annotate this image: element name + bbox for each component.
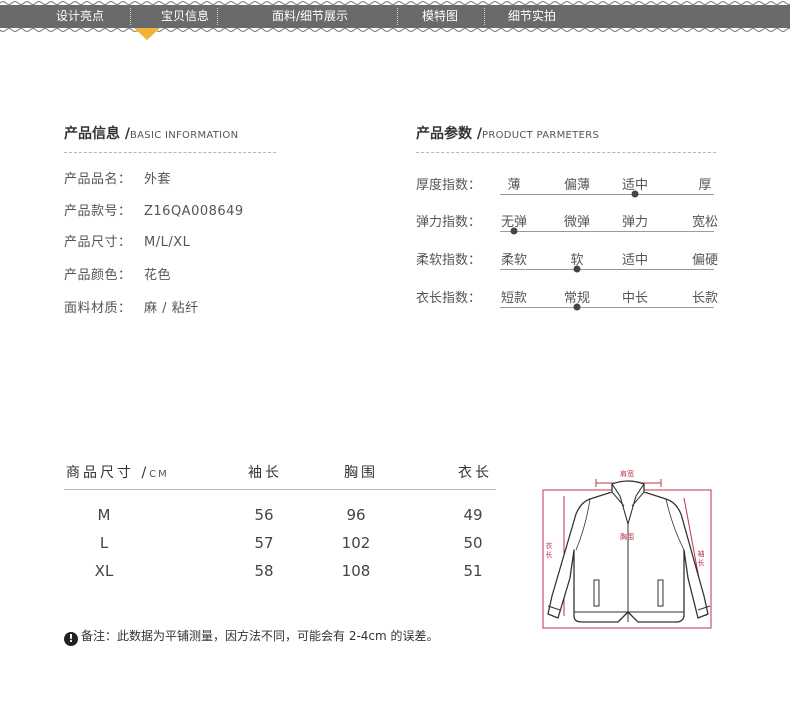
sleeve-length-label: 袖长 [697,550,705,568]
nav-item-model-photos[interactable]: 模特图 [410,5,470,28]
param-scale-line [500,194,714,195]
sleeve-cell: 57 [254,534,274,552]
param-label: 厚度指数： [416,178,482,193]
nav-divider [130,8,131,25]
length-cell: 49 [463,506,483,524]
nav-wave-bottom [0,28,790,32]
info-row-size: 产品尺寸： M/L/XL [64,231,190,250]
product-params-title: 产品参数 /PRODUCT PARMETERS [416,123,599,143]
col-header-sleeve: 袖长 [248,465,282,481]
param-scale-line [500,269,714,270]
param-option: 薄 [507,178,521,193]
length-cell: 51 [463,562,483,580]
nav-divider [217,8,218,25]
param-scale-line [500,231,714,232]
info-value: M/L/XL [144,235,191,250]
col-header-length: 衣长 [458,465,492,481]
shoulder-width-label: 肩宽 [620,470,634,478]
product-info-title: 产品信息 /BASIC INFORMATION [64,123,238,143]
product-info-title-cn: 产品信息 / [64,126,130,142]
param-selected-dot [631,190,639,198]
param-option: 微弹 [563,215,591,230]
exclamation-icon: ! [64,632,78,646]
note-text: 备注：此数据为平铺测量，因方法不同，可能会有 2-4cm 的误差。 [81,629,439,643]
info-row-name: 产品品名： 外套 [64,168,171,187]
param-option: 宽松 [691,215,719,230]
nav-item-detail-photos[interactable]: 细节实拍 [498,5,566,28]
param-option: 长款 [691,291,719,306]
param-label: 衣长指数： [416,291,482,306]
nav-divider [484,8,485,25]
nav-divider [397,8,398,25]
chest-cell: 96 [346,506,366,524]
active-nav-marker [134,28,160,40]
info-label: 面料材质： [64,301,132,316]
size-table-unit: CM [149,469,169,480]
param-option: 柔软 [500,253,528,268]
chest-label: 胸围 [620,533,634,541]
info-label: 产品款号： [64,204,132,219]
info-row-style-number: 产品款号： Z16QA008649 [64,200,244,219]
param-option: 偏硬 [691,253,719,268]
param-label: 柔软指数： [416,253,482,268]
nav-item-fabric-details[interactable]: 面料/细节展示 [255,5,365,28]
param-selected-dot [510,227,518,235]
param-option: 中长 [621,291,649,306]
info-value: 花色 [144,268,172,283]
product-info-title-en: BASIC INFORMATION [130,130,239,141]
product-params-title-cn: 产品参数 / [416,126,482,142]
info-row-material: 面料材质： 麻 / 粘纤 [64,297,199,316]
info-value: Z16QA008649 [144,204,244,219]
col-header-chest: 胸围 [344,465,378,481]
param-scale-line [500,307,714,308]
chest-cell: 102 [341,534,371,552]
length-label: 衣长 [545,542,553,560]
size-table-title-text: 商品尺寸 / [66,465,150,481]
param-selected-dot [573,303,581,311]
param-selected-dot [573,265,581,273]
size-cell: XL [94,562,114,580]
sleeve-cell: 56 [254,506,274,524]
param-option: 厚 [698,178,712,193]
size-table-title: 商品尺寸 /CM [66,462,169,482]
info-value: 外套 [144,172,172,187]
nav-item-product-info[interactable]: 宝贝信息 [150,5,220,28]
info-label: 产品尺寸： [64,235,132,250]
chest-cell: 108 [341,562,371,580]
product-params-title-en: PRODUCT PARMETERS [482,130,600,141]
product-params-divider [416,152,716,153]
info-row-color: 产品颜色： 花色 [64,264,171,283]
param-option: 适中 [621,253,649,268]
size-cell: L [99,534,109,552]
param-option: 偏薄 [563,178,591,193]
param-label: 弹力指数： [416,215,482,230]
info-label: 产品颜色： [64,268,132,283]
size-table-header-rule [64,489,496,490]
jacket-outline-icon [542,479,712,629]
jacket-diagram: 肩宽 胸围 衣长 袖长 [536,466,726,632]
info-value: 麻 / 粘纤 [144,301,199,316]
product-info-divider [64,152,276,153]
sleeve-cell: 58 [254,562,274,580]
param-option: 弹力 [621,215,649,230]
param-option: 短款 [500,291,528,306]
length-cell: 50 [463,534,483,552]
size-cell: M [97,506,111,524]
info-label: 产品品名： [64,172,132,187]
measurement-note: ! 备注：此数据为平铺测量，因方法不同，可能会有 2-4cm 的误差。 [64,627,439,646]
nav-item-design[interactable]: 设计亮点 [40,5,120,28]
section-nav-bar: 设计亮点 宝贝信息 面料/细节展示 模特图 细节实拍 [0,5,790,28]
